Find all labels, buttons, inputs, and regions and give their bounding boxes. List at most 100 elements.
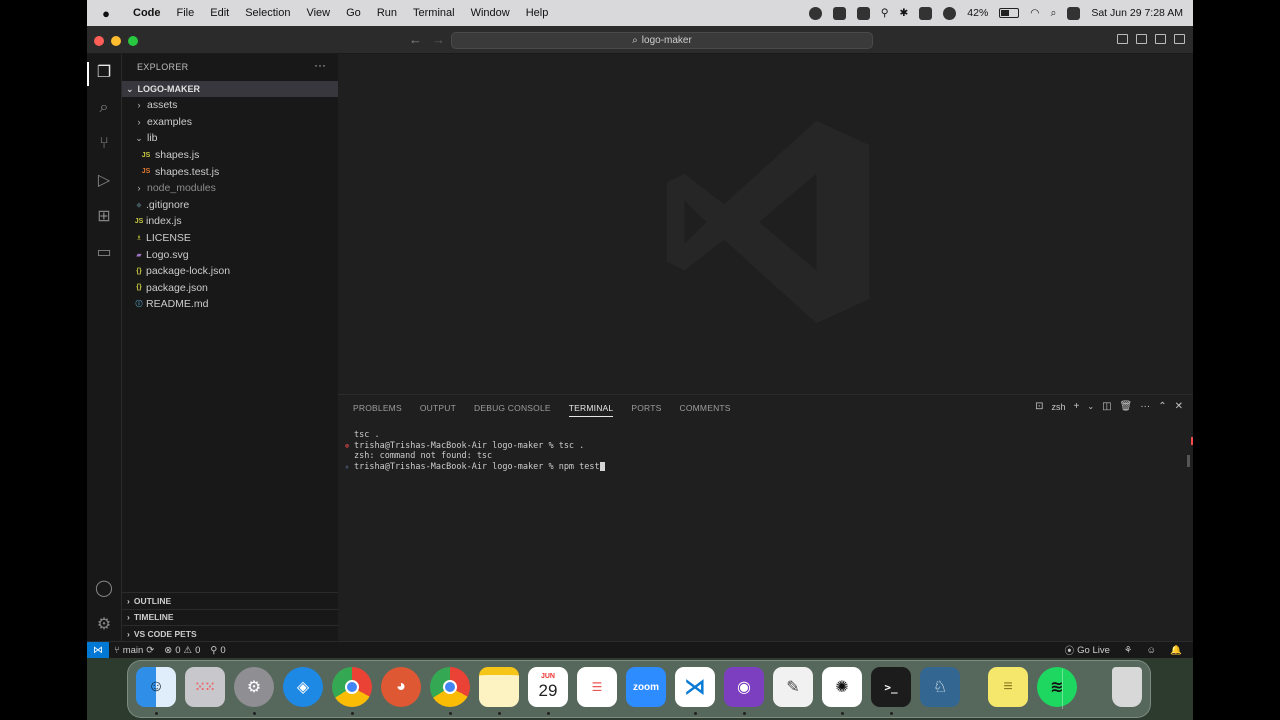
dock-chrome-icon[interactable] xyxy=(332,667,372,707)
record-icon[interactable] xyxy=(808,6,822,20)
tab-ports[interactable]: PORTS xyxy=(631,403,661,417)
ports-indicator[interactable]: ⚲ 0 xyxy=(205,645,230,656)
menu-help[interactable]: Help xyxy=(518,7,557,19)
remote-explorer-icon[interactable]: ▭ xyxy=(94,242,114,262)
run-debug-icon[interactable]: ▷ xyxy=(94,170,114,190)
tab-comments[interactable]: COMMENTS xyxy=(679,403,730,417)
menu-run[interactable]: Run xyxy=(369,7,405,19)
dock-terminal-icon[interactable]: >_ xyxy=(871,667,911,707)
control-center-icon[interactable] xyxy=(1067,6,1081,20)
copilot-icon[interactable]: ⚘ xyxy=(1119,645,1138,656)
battery-icon[interactable] xyxy=(999,8,1020,18)
zoom-window-button[interactable] xyxy=(128,36,138,46)
tree-item-shapes-js[interactable]: JS shapes.js xyxy=(122,147,338,164)
explorer-icon[interactable]: ❐ xyxy=(94,62,114,82)
menu-view[interactable]: View xyxy=(298,7,338,19)
new-terminal-icon[interactable]: + xyxy=(1074,401,1080,412)
dock-trash-icon[interactable] xyxy=(1112,667,1142,707)
gear-icon[interactable]: ⚙ xyxy=(94,614,114,634)
dock-chatgpt-icon[interactable]: ✺ xyxy=(822,667,862,707)
dock-safari-icon[interactable]: ◈ xyxy=(283,667,323,707)
close-window-button[interactable] xyxy=(94,36,104,46)
dock-calendar-icon[interactable]: JUN 29 xyxy=(528,667,568,707)
editor-area[interactable] xyxy=(338,54,1193,394)
toggle-secondary-sidebar-icon[interactable] xyxy=(1155,34,1166,44)
vscode-pets-section-header[interactable]: › VS CODE PETS xyxy=(122,625,338,642)
tab-output[interactable]: OUTPUT xyxy=(420,403,456,417)
toggle-panel-icon[interactable] xyxy=(1136,34,1147,44)
tab-debug-console[interactable]: DEBUG CONSOLE xyxy=(474,403,551,417)
menu-window[interactable]: Window xyxy=(463,7,518,19)
split-terminal-icon[interactable]: ◫ xyxy=(1102,401,1111,412)
problems-indicator[interactable]: ⊗ 0 ⚠ 0 xyxy=(159,645,205,656)
chevron-down-icon[interactable]: ⌄ xyxy=(1087,402,1094,411)
sparkle-icon[interactable]: ✧ xyxy=(340,463,354,471)
timeline-section-header[interactable]: › TIMELINE xyxy=(122,608,338,626)
more-actions-icon[interactable]: ··· xyxy=(1140,401,1150,412)
tree-item-license[interactable]: ♗ LICENSE xyxy=(122,230,338,247)
tree-item-shapes-test-js[interactable]: JS shapes.test.js xyxy=(122,163,338,180)
apple-menu-icon[interactable]: ● xyxy=(87,6,125,21)
play-icon[interactable] xyxy=(943,6,957,20)
tab-problems[interactable]: PROBLEMS xyxy=(353,403,402,417)
terminal-output[interactable]: tsc . ⊗ trisha@Trishas-MacBook-Air logo-… xyxy=(340,430,1180,472)
tree-item-package-lock-json[interactable]: {} package-lock.json xyxy=(122,263,338,280)
menu-go[interactable]: Go xyxy=(338,7,369,19)
dock-stickies-icon[interactable]: ≡ xyxy=(988,667,1028,707)
outline-section-header[interactable]: › OUTLINE xyxy=(122,592,338,609)
bell-icon[interactable]: 🔔 xyxy=(1165,645,1187,656)
customize-layout-icon[interactable] xyxy=(1174,34,1185,44)
tab-terminal[interactable]: TERMINAL xyxy=(568,403,614,417)
antenna-icon[interactable]: ⚲ xyxy=(881,7,889,19)
toggle-primary-sidebar-icon[interactable] xyxy=(1117,34,1128,44)
dock-vscode-icon[interactable]: ⋊ xyxy=(675,667,715,707)
arrow-left-icon[interactable]: ← xyxy=(409,32,422,47)
spotlight-icon[interactable]: ⌕ xyxy=(1050,7,1056,20)
dock-textedit-icon[interactable]: ✎ xyxy=(773,667,813,707)
clipboard-icon[interactable] xyxy=(919,6,933,20)
tree-item-readme-md[interactable]: ⓘ README.md xyxy=(122,296,338,313)
minimize-window-button[interactable] xyxy=(111,36,121,46)
account-icon[interactable]: ◯ xyxy=(94,578,114,598)
vpn-icon[interactable] xyxy=(856,6,870,20)
dock-spotify-icon[interactable]: ≋ xyxy=(1037,667,1077,707)
dock-reminders-icon[interactable]: ☰ xyxy=(577,667,617,707)
tree-item-examples[interactable]: › examples xyxy=(122,114,338,131)
close-panel-icon[interactable]: ✕ xyxy=(1175,401,1183,412)
dock-github-desktop-icon[interactable]: ◉ xyxy=(724,667,764,707)
menu-file[interactable]: File xyxy=(169,7,203,19)
tree-item-assets[interactable]: › assets xyxy=(122,97,338,114)
tree-item-package-json[interactable]: {} package.json xyxy=(122,280,338,297)
tree-item-gitignore[interactable]: ◆ .gitignore xyxy=(122,197,338,214)
workspace-folder-header[interactable]: ⌄ LOGO-MAKER xyxy=(122,81,338,97)
dock-chrome-dev-icon[interactable] xyxy=(430,667,470,707)
trash-icon[interactable]: 🗑 xyxy=(1120,401,1133,412)
dock-notes-icon[interactable] xyxy=(479,667,519,707)
branch-indicator[interactable]: ⑂ main ⟳ xyxy=(109,645,159,656)
menu-app-name[interactable]: Code xyxy=(125,7,169,19)
tree-item-logo-svg[interactable]: ▰ Logo.svg xyxy=(122,246,338,263)
arrow-right-icon[interactable]: → xyxy=(432,32,445,47)
clock[interactable]: Sat Jun 29 7:28 AM xyxy=(1091,7,1183,19)
more-actions-icon[interactable]: ··· xyxy=(314,58,326,72)
source-control-icon[interactable]: ⑂ xyxy=(94,134,114,154)
menu-selection[interactable]: Selection xyxy=(237,7,298,19)
search-icon[interactable]: ⌕ xyxy=(94,98,114,118)
accounts-icon[interactable]: ☺ xyxy=(1141,645,1161,656)
dock-system-settings-icon[interactable]: ⚙ xyxy=(234,667,274,707)
dock-zoom-icon[interactable]: zoom xyxy=(626,667,666,707)
terminal-scrollbar[interactable] xyxy=(1187,455,1190,467)
maximize-panel-icon[interactable]: ⌃ xyxy=(1158,401,1166,412)
extensions-icon[interactable]: ⊞ xyxy=(94,206,114,226)
dock-postgres-icon[interactable]: ♘ xyxy=(920,667,960,707)
error-decoration-icon[interactable]: ⊗ xyxy=(340,442,354,450)
bluetooth-icon[interactable]: ✱ xyxy=(899,7,908,19)
drive-icon[interactable] xyxy=(832,6,846,20)
tree-item-index-js[interactable]: JS index.js xyxy=(122,213,338,230)
tree-item-node-modules[interactable]: › node_modules xyxy=(122,180,338,197)
dock-finder-icon[interactable]: ☺ xyxy=(136,667,176,707)
menu-edit[interactable]: Edit xyxy=(202,7,237,19)
terminal-shell-name[interactable]: zsh xyxy=(1052,402,1066,412)
dock-launchpad-icon[interactable]: ⁙⁙ xyxy=(185,667,225,707)
go-live-button[interactable]: ⦿ Go Live xyxy=(1060,643,1115,658)
